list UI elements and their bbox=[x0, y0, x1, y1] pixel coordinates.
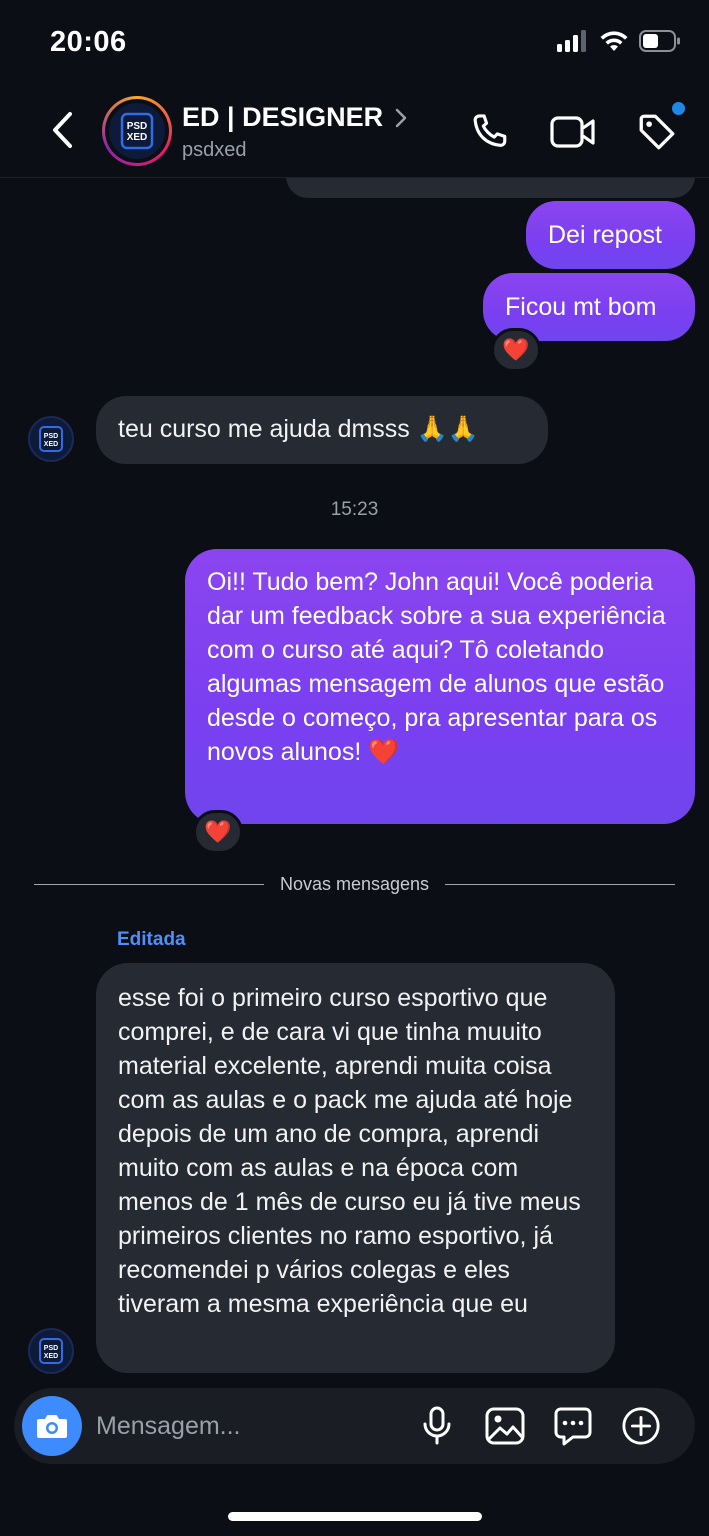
edited-label[interactable]: Editada bbox=[117, 929, 186, 951]
message-text: esse foi o primeiro curso esportivo que … bbox=[118, 984, 581, 1318]
status-bar: 20:06 bbox=[0, 0, 709, 84]
heart-icon: ❤️ bbox=[502, 337, 530, 362]
message-text: teu curso me ajuda dmsss 🙏🙏 bbox=[118, 415, 479, 443]
contact-name-button[interactable]: ED | DESIGNER bbox=[182, 102, 407, 133]
message-timestamp: 15:23 bbox=[330, 499, 379, 520]
composer-actions bbox=[417, 1404, 661, 1448]
status-time: 20:06 bbox=[50, 26, 127, 58]
psdxed-logo: PSD XED bbox=[39, 426, 63, 452]
profile-avatar[interactable]: PSD XED bbox=[102, 96, 172, 166]
heart-icon: ❤️ bbox=[204, 819, 232, 844]
signal-icon bbox=[557, 30, 589, 57]
voice-message-button[interactable] bbox=[417, 1404, 457, 1448]
notification-dot bbox=[672, 102, 685, 115]
svg-text:PSD: PSD bbox=[44, 1345, 58, 1352]
chat-header: PSD XED ED | DESIGNER psdxed bbox=[0, 84, 709, 178]
header-actions bbox=[465, 102, 685, 156]
divider-label: Novas mensagens bbox=[279, 874, 430, 894]
plus-circle-icon bbox=[622, 1407, 660, 1445]
divider-line bbox=[445, 884, 675, 885]
phone-icon bbox=[473, 114, 507, 147]
camera-icon bbox=[37, 1415, 67, 1438]
chevron-right-icon bbox=[395, 108, 407, 127]
message-input[interactable] bbox=[96, 1406, 396, 1446]
message-text: Ficou mt bom bbox=[505, 293, 657, 321]
message-bubble-incoming[interactable]: teu curso me ajuda dmsss 🙏🙏 bbox=[96, 396, 548, 464]
home-indicator[interactable] bbox=[228, 1512, 482, 1521]
heart-reaction[interactable]: ❤️ bbox=[491, 328, 541, 372]
video-call-button[interactable] bbox=[549, 108, 597, 156]
svg-text:XED: XED bbox=[127, 132, 148, 143]
image-icon bbox=[485, 1407, 525, 1445]
psdxed-logo: PSD XED bbox=[39, 1338, 63, 1364]
status-icons bbox=[557, 30, 681, 57]
call-button[interactable] bbox=[465, 108, 513, 156]
message-composer bbox=[14, 1388, 695, 1464]
more-button[interactable] bbox=[621, 1404, 661, 1448]
message-text: Dei repost bbox=[548, 221, 662, 249]
tag-button[interactable] bbox=[633, 102, 685, 156]
heart-reaction[interactable]: ❤️ bbox=[193, 810, 243, 854]
message-bubble-outgoing[interactable]: Oi!! Tudo bem? John aqui! Você poderia d… bbox=[185, 549, 695, 824]
new-messages-divider: Novas mensagens bbox=[34, 874, 675, 895]
message-bubble-incoming[interactable]: esse foi o primeiro curso esportivo que … bbox=[96, 963, 615, 1373]
back-button[interactable] bbox=[44, 110, 80, 150]
contact-name: ED | DESIGNER bbox=[182, 102, 384, 132]
message-bubble-outgoing[interactable]: Dei repost bbox=[526, 201, 695, 269]
battery-icon bbox=[639, 30, 681, 57]
contact-username: psdxed bbox=[182, 139, 247, 161]
microphone-icon bbox=[423, 1406, 451, 1445]
svg-text:XED: XED bbox=[44, 1353, 58, 1360]
divider-line bbox=[34, 884, 264, 885]
sticker-icon bbox=[554, 1407, 592, 1446]
camera-button[interactable] bbox=[22, 1396, 82, 1456]
sticker-button[interactable] bbox=[553, 1404, 593, 1448]
dm-screen: 20:06 PSD XED ED | DESIGNER psdxed Dei r… bbox=[0, 0, 709, 1536]
message-text: Oi!! Tudo bem? John aqui! Você poderia d… bbox=[207, 568, 666, 766]
gallery-button[interactable] bbox=[485, 1404, 525, 1448]
tag-icon bbox=[639, 114, 675, 150]
psdxed-logo: PSD XED bbox=[109, 103, 165, 159]
video-icon bbox=[550, 116, 595, 148]
sender-avatar[interactable]: PSD XED bbox=[28, 416, 74, 462]
back-icon bbox=[53, 112, 72, 148]
sender-avatar[interactable]: PSD XED bbox=[28, 1328, 74, 1374]
wifi-icon bbox=[599, 30, 629, 57]
svg-text:XED: XED bbox=[44, 441, 58, 448]
svg-text:PSD: PSD bbox=[127, 121, 148, 132]
svg-text:PSD: PSD bbox=[44, 433, 58, 440]
